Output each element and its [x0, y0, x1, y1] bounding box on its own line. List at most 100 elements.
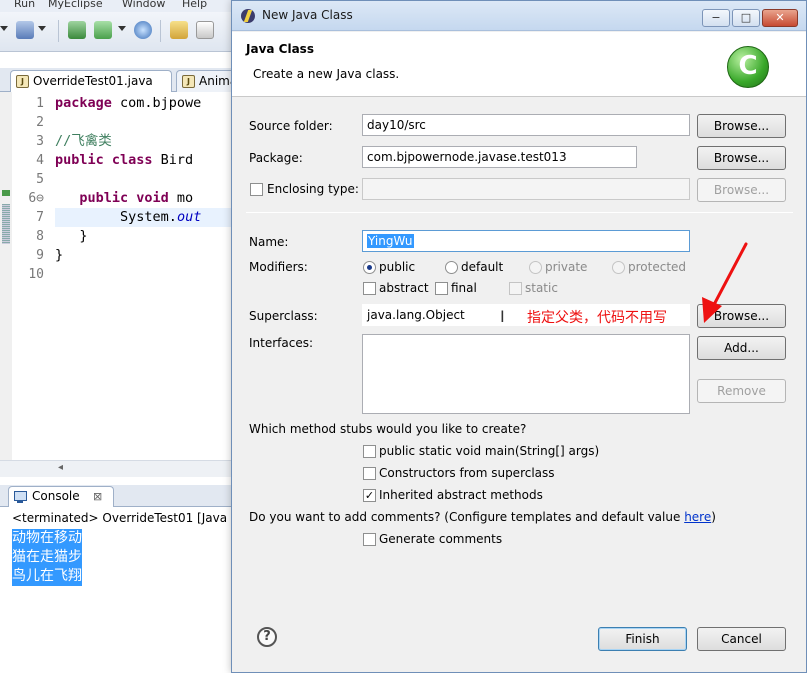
cancel-button[interactable]: Cancel: [697, 627, 786, 651]
new-java-class-dialog: New Java Class − □ ✕ Java Class Create a…: [231, 0, 807, 673]
change-ruler-mark: [2, 204, 10, 244]
source-folder-input[interactable]: day10/src: [362, 114, 690, 136]
editor-horizontal-scrollbar[interactable]: ◂: [0, 460, 240, 477]
enclosing-type-label: Enclosing type:: [267, 182, 359, 196]
constructors-stub-label: Constructors from superclass: [379, 466, 555, 480]
override-marker-icon: [2, 190, 10, 196]
dialog-banner: Java Class Create a new Java class. C: [232, 32, 806, 97]
console-view[interactable]: <terminated> OverrideTest01 [Java A 动物在移…: [0, 507, 240, 673]
menu-run[interactable]: Run: [14, 0, 35, 10]
name-value: YingWu: [367, 234, 414, 248]
console-line: 鸟儿在飞翔: [12, 567, 82, 586]
enclosing-browse-button: Browse...: [697, 178, 786, 202]
toolbar-separator: [58, 20, 59, 42]
protected-radio: [612, 261, 625, 274]
constructors-stub-checkbox[interactable]: [363, 467, 376, 480]
separator: [246, 212, 793, 213]
java-file-icon: J: [182, 75, 195, 88]
package-browse-button[interactable]: Browse...: [697, 146, 786, 170]
name-label: Name:: [249, 235, 289, 249]
source-folder-browse-button[interactable]: Browse...: [697, 114, 786, 138]
tab-overridetest01[interactable]: J OverrideTest01.java: [10, 70, 172, 92]
help-icon[interactable]: ?: [257, 627, 277, 647]
remove-interface-button: Remove: [697, 379, 786, 403]
menu-window[interactable]: Window: [122, 0, 165, 10]
public-label: public: [379, 260, 416, 274]
interfaces-label: Interfaces:: [249, 336, 314, 350]
console-line: 猫在走猫步: [12, 548, 82, 567]
java-class-logo-icon: C: [727, 46, 769, 88]
public-radio[interactable]: [363, 261, 376, 274]
main-stub-checkbox[interactable]: [363, 445, 376, 458]
comments-question: Do you want to add comments? (Configure …: [249, 510, 716, 524]
new-project-icon[interactable]: [68, 21, 86, 39]
new-file-icon[interactable]: [94, 21, 112, 39]
menu-myeclipse[interactable]: MyEclipse: [48, 0, 103, 10]
dropdown-caret-icon[interactable]: [0, 26, 8, 31]
editor-ruler: [0, 92, 12, 460]
dropdown-caret-icon[interactable]: [38, 26, 46, 31]
console-output: 动物在移动 猫在走猫步 鸟儿在飞翔: [12, 529, 82, 586]
code-line: }: [79, 228, 88, 244]
generate-comments-checkbox[interactable]: [363, 533, 376, 546]
finish-button[interactable]: Finish: [598, 627, 687, 651]
abstract-checkbox[interactable]: [363, 282, 376, 295]
default-label: default: [461, 260, 504, 274]
globe-icon[interactable]: [134, 21, 152, 39]
close-icon[interactable]: ⊠: [93, 487, 102, 506]
console-line: 动物在移动: [12, 529, 82, 548]
private-label: private: [545, 260, 588, 274]
editor-tab-bar: J OverrideTest01.java J Animal: [0, 68, 240, 92]
code-line: System.out: [55, 208, 240, 227]
protected-label: protected: [628, 260, 687, 274]
final-checkbox[interactable]: [435, 282, 448, 295]
inherited-stub-checkbox[interactable]: ✓: [363, 489, 376, 502]
toolbar-separator: [160, 20, 161, 42]
banner-description: Create a new Java class.: [253, 67, 400, 81]
dropdown-caret-icon[interactable]: [118, 26, 126, 31]
banner-title: Java Class: [246, 42, 314, 56]
default-radio[interactable]: [445, 261, 458, 274]
code-line: //飞禽类: [55, 133, 112, 149]
scroll-left-icon[interactable]: ◂: [58, 462, 63, 473]
name-input[interactable]: YingWu: [362, 230, 690, 252]
superclass-browse-button[interactable]: Browse...: [697, 304, 786, 328]
enclosing-type-checkbox[interactable]: [250, 183, 263, 196]
static-checkbox: [509, 282, 522, 295]
method-stubs-question: Which method stubs would you like to cre…: [249, 422, 527, 436]
maximize-button[interactable]: □: [732, 9, 760, 27]
code-line: public class Bird: [55, 152, 194, 168]
console-icon: [14, 491, 27, 503]
text-cursor-icon: I: [500, 307, 505, 326]
package-input[interactable]: com.bjpowernode.javase.test013: [362, 146, 637, 168]
open-file-icon[interactable]: [196, 21, 214, 39]
run-config-icon[interactable]: [16, 21, 34, 39]
open-folder-icon[interactable]: [170, 21, 188, 39]
code-line: package com.bjpowe: [55, 95, 202, 111]
console-tab-bar: Console ⊠: [0, 485, 240, 507]
close-button[interactable]: ✕: [762, 9, 798, 27]
java-file-icon: J: [16, 75, 29, 88]
console-status: <terminated> OverrideTest01 [Java A: [12, 511, 240, 525]
configure-templates-link[interactable]: here: [684, 510, 711, 524]
generate-comments-label: Generate comments: [379, 532, 503, 546]
package-label: Package:: [249, 151, 303, 165]
minimize-button[interactable]: −: [702, 9, 730, 27]
interfaces-list[interactable]: [362, 334, 690, 414]
enclosing-type-input: [362, 178, 690, 200]
code-line: }: [55, 247, 64, 263]
inherited-stub-label: Inherited abstract methods: [379, 488, 543, 502]
dialog-titlebar[interactable]: New Java Class − □ ✕: [232, 1, 806, 31]
menu-help[interactable]: Help: [182, 0, 207, 10]
add-interface-button[interactable]: Add...: [697, 336, 786, 360]
code-editor[interactable]: 12 34 5 6⊖ 78 9 10 package com.bjpowe //飞禽…: [0, 92, 240, 460]
superclass-label: Superclass:: [249, 309, 318, 323]
red-annotation: 指定父类，代码不用写: [527, 310, 667, 326]
tab-console[interactable]: Console ⊠: [8, 486, 114, 507]
abstract-label: abstract: [379, 281, 429, 295]
tab-label: Console: [32, 489, 80, 503]
final-label: final: [451, 281, 477, 295]
